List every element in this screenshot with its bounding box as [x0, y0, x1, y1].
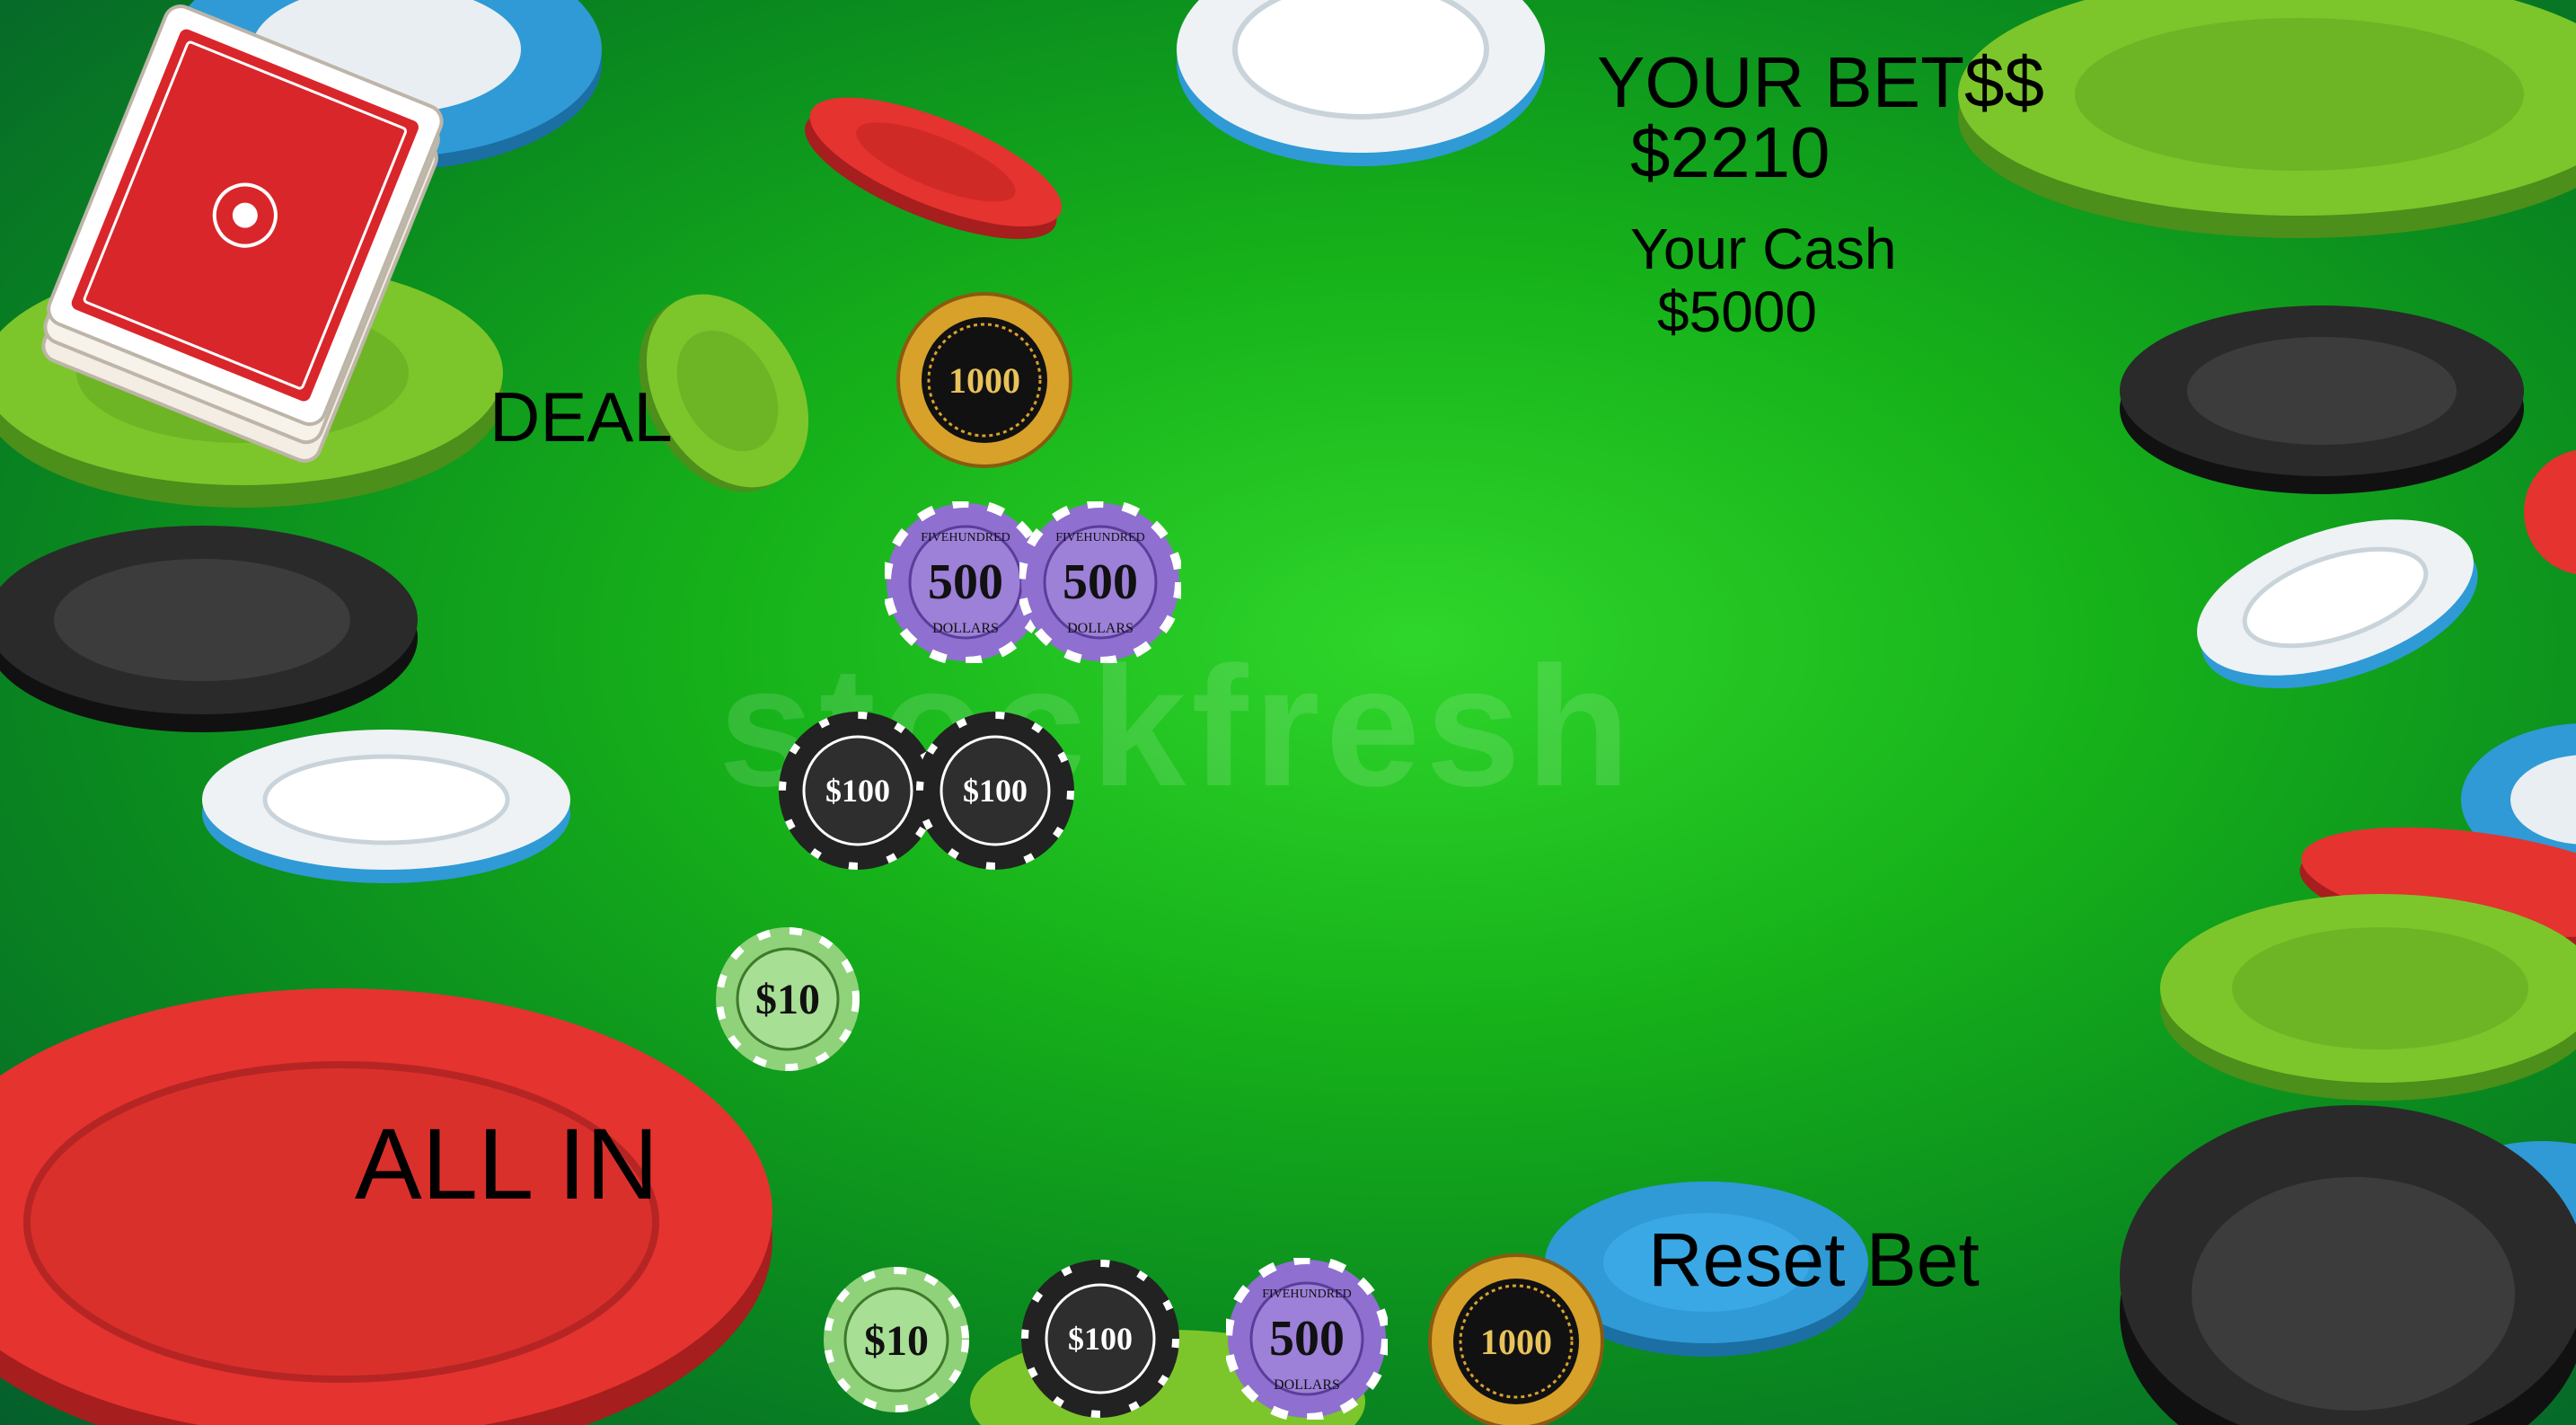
reset-bet-button[interactable]: Reset Bet — [1648, 1222, 1980, 1297]
svg-text:$100: $100 — [963, 773, 1028, 809]
tray-chip-1000-button[interactable]: 1000 — [1428, 1253, 1604, 1425]
decor-chip-black-1 — [0, 526, 418, 732]
bet-chip-1000[interactable]: 1000 — [896, 292, 1072, 468]
all-in-button[interactable]: ALL IN — [355, 1114, 658, 1215]
tray-chip-500-button[interactable]: 500 FIVEHUNDRED DOLLARS — [1226, 1258, 1388, 1420]
card-deck — [41, 4, 444, 463]
decor-chip-white-2 — [202, 730, 570, 883]
bet-chip-10[interactable]: $10 — [714, 925, 861, 1073]
decor-chip-red-3 — [2524, 450, 2576, 574]
decor-chip-green-4 — [2160, 894, 2576, 1101]
svg-text:DOLLARS: DOLLARS — [1067, 621, 1134, 636]
svg-text:1000: 1000 — [1480, 1322, 1552, 1362]
svg-text:1000: 1000 — [948, 360, 1020, 401]
cash-label: Your Cash — [1630, 217, 1897, 281]
svg-text:500: 500 — [1063, 554, 1138, 610]
svg-text:500: 500 — [928, 554, 1003, 610]
svg-text:FIVEHUNDRED: FIVEHUNDRED — [1262, 1288, 1352, 1301]
bets-title: YOUR BET$$ — [1597, 42, 2044, 122]
svg-text:DOLLARS: DOLLARS — [932, 621, 999, 636]
svg-text:$100: $100 — [825, 773, 890, 809]
svg-text:FIVEHUNDRED: FIVEHUNDRED — [921, 531, 1010, 544]
tray-chip-100-button[interactable]: $100 — [1019, 1258, 1181, 1420]
game-table: stockfresh YOUR BET$$ $2210 Your Cash $5… — [0, 0, 2576, 1425]
svg-text:$10: $10 — [755, 976, 820, 1023]
decor-chip-red-1 — [805, 97, 1063, 239]
bet-chip-500[interactable]: 500 FIVEHUNDRED DOLLARS — [1019, 501, 1181, 663]
svg-text:DOLLARS: DOLLARS — [1274, 1377, 1340, 1393]
decor-chip-black-2 — [2120, 305, 2524, 494]
decor-chip-white-3 — [2197, 519, 2478, 689]
svg-text:500: 500 — [1269, 1311, 1345, 1367]
bet-chip-100[interactable]: $100 — [914, 710, 1076, 872]
svg-text:FIVEHUNDRED: FIVEHUNDRED — [1055, 531, 1145, 544]
decor-chip-white-1 — [1177, 0, 1545, 166]
cash-amount: $5000 — [1657, 279, 1817, 344]
svg-text:$10: $10 — [864, 1317, 929, 1365]
bets-amount: $2210 — [1630, 112, 1831, 192]
deal-button[interactable]: DEAL — [490, 382, 673, 452]
svg-text:$100: $100 — [1068, 1321, 1133, 1357]
decor-chip-black-3 — [2120, 1105, 2576, 1425]
decor-chip-green-1 — [1958, 0, 2576, 238]
tray-chip-10-button[interactable]: $10 — [822, 1265, 971, 1414]
